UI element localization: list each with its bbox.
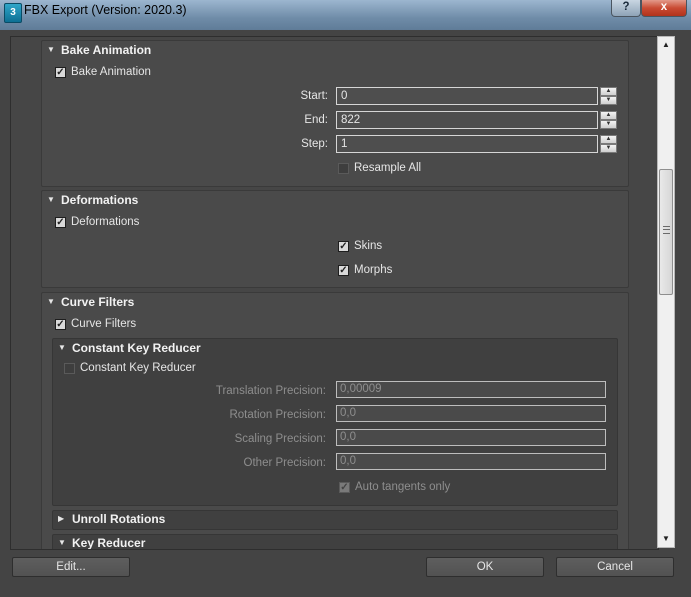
rollout-deformations: ▼ Deformations ✓ Deformations ✓ Skins ✓ …: [41, 190, 629, 288]
spin-up-arrow-icon[interactable]: ▲: [600, 111, 617, 120]
checkbox-label: Constant Key Reducer: [80, 362, 196, 374]
end-spinner[interactable]: ▲ ▼: [600, 111, 617, 129]
checkbox-label: Morphs: [354, 264, 393, 276]
collapse-arrow-icon: ▼: [47, 45, 55, 54]
rotation-precision-input[interactable]: 0,0: [336, 405, 606, 422]
checkbox-label: Resample All: [354, 162, 422, 174]
cancel-button[interactable]: Cancel: [556, 557, 674, 577]
window-title: FBX Export (Version: 2020.3): [24, 3, 187, 17]
spin-down-arrow-icon[interactable]: ▼: [600, 96, 617, 105]
close-button[interactable]: x: [641, 0, 687, 17]
checkbox-label: Bake Animation: [71, 66, 151, 78]
step-label: Step:: [301, 138, 328, 150]
spin-up-arrow-icon[interactable]: ▲: [600, 87, 617, 96]
rollout-header-constant-key-reducer[interactable]: ▼ Constant Key Reducer: [53, 339, 617, 357]
rollout-title: Bake Animation: [61, 43, 152, 57]
scroll-down-arrow-icon[interactable]: ▼: [658, 531, 674, 547]
start-label: Start:: [300, 90, 328, 102]
spin-up-arrow-icon[interactable]: ▲: [600, 135, 617, 144]
help-button[interactable]: ?: [611, 0, 641, 17]
start-input[interactable]: 0: [336, 87, 598, 105]
spin-down-arrow-icon[interactable]: ▼: [600, 120, 617, 129]
vertical-scrollbar[interactable]: ▲ ▼: [657, 36, 675, 548]
dialog-body: ▼ Bake Animation ✓ Bake Animation Start:…: [0, 30, 691, 597]
translation-precision-label: Translation Precision:: [215, 385, 326, 397]
grip-icon: [663, 226, 670, 234]
end-label: End:: [304, 114, 328, 126]
rollout-header-curve-filters[interactable]: ▼ Curve Filters: [42, 293, 628, 313]
rollout-curve-filters: ▼ Curve Filters ✓ Curve Filters ▼ Consta…: [41, 292, 629, 550]
expand-arrow-icon: ▶: [58, 514, 65, 523]
scaling-precision-input[interactable]: 0,0: [336, 429, 606, 446]
checkbox-label: Auto tangents only: [355, 481, 451, 493]
other-precision-input[interactable]: 0,0: [336, 453, 606, 470]
rollout-title: Unroll Rotations: [72, 512, 166, 526]
edit-button[interactable]: Edit...: [12, 557, 130, 577]
subrollout-key-reducer[interactable]: ▼ Key Reducer: [52, 534, 618, 550]
rotation-precision-label: Rotation Precision:: [229, 409, 326, 421]
deformations-checkbox[interactable]: ✓: [55, 217, 66, 228]
ok-button[interactable]: OK: [426, 557, 544, 577]
3dsmax-app-icon: 3: [4, 3, 22, 23]
translation-precision-input[interactable]: 0,00009: [336, 381, 606, 398]
constant-key-reducer-checkbox[interactable]: [64, 363, 75, 374]
collapse-arrow-icon: ▼: [47, 195, 55, 204]
step-input[interactable]: 1: [336, 135, 598, 153]
skins-checkbox[interactable]: ✓: [338, 241, 349, 252]
collapse-arrow-icon: ▼: [58, 343, 66, 352]
auto-tangents-checkbox[interactable]: ✓: [339, 482, 350, 493]
scroll-up-arrow-icon[interactable]: ▲: [658, 37, 674, 53]
end-input[interactable]: 822: [336, 111, 598, 129]
rollout-header-deformations[interactable]: ▼ Deformations: [42, 191, 628, 211]
other-precision-label: Other Precision:: [243, 457, 326, 469]
checkbox-label: Deformations: [71, 216, 140, 228]
title-bar: 3 FBX Export (Version: 2020.3) ? x: [0, 0, 691, 31]
rollout-header-bake-animation[interactable]: ▼ Bake Animation: [42, 41, 628, 61]
subrollout-unroll-rotations[interactable]: ▶ Unroll Rotations: [52, 510, 618, 530]
morphs-checkbox[interactable]: ✓: [338, 265, 349, 276]
checkbox-label: Skins: [354, 240, 383, 252]
rollout-title: Constant Key Reducer: [72, 341, 201, 355]
scaling-precision-label: Scaling Precision:: [234, 433, 326, 445]
spin-down-arrow-icon[interactable]: ▼: [600, 144, 617, 153]
scrollbar-thumb[interactable]: [659, 169, 673, 295]
bake-animation-checkbox[interactable]: ✓: [55, 67, 66, 78]
rollout-title: Deformations: [61, 193, 139, 207]
resample-all-checkbox[interactable]: [338, 163, 349, 174]
curve-filters-checkbox[interactable]: ✓: [55, 319, 66, 330]
rollout-title: Curve Filters: [61, 295, 135, 309]
collapse-arrow-icon: ▼: [47, 297, 55, 306]
subrollout-constant-key-reducer: ▼ Constant Key Reducer Constant Key Redu…: [52, 338, 618, 506]
start-spinner[interactable]: ▲ ▼: [600, 87, 617, 105]
options-scroll-area: ▼ Bake Animation ✓ Bake Animation Start:…: [10, 36, 659, 550]
checkbox-label: Curve Filters: [71, 318, 137, 330]
rollout-title: Key Reducer: [72, 536, 146, 550]
rollout-bake-animation: ▼ Bake Animation ✓ Bake Animation Start:…: [41, 40, 629, 187]
collapse-arrow-icon: ▼: [58, 538, 66, 547]
step-spinner[interactable]: ▲ ▼: [600, 135, 617, 153]
